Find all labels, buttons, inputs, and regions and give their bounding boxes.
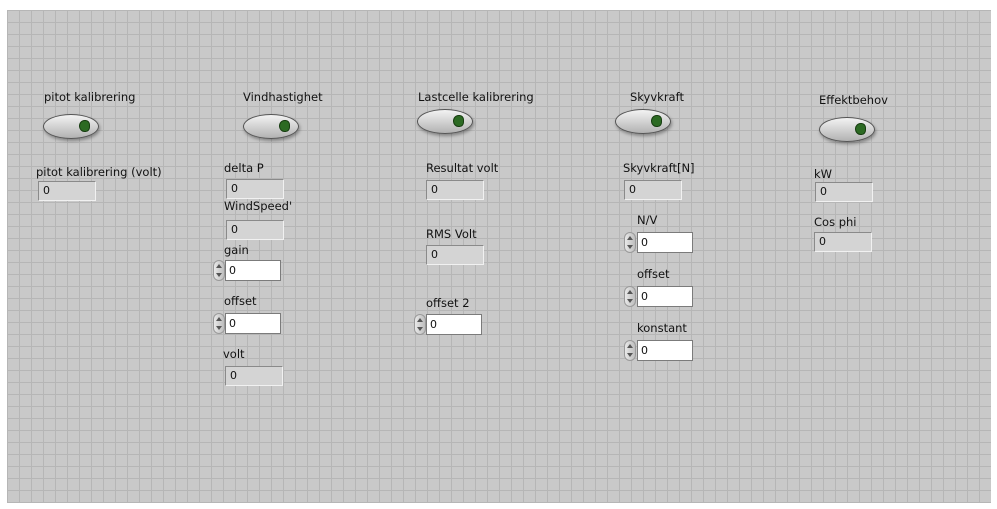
skyvkraft-n-indicator: 0 [624,180,682,200]
resultat-volt-indicator: 0 [426,180,484,200]
led-icon [651,115,662,127]
effektbehov-button-label: Effektbehov [819,93,888,107]
led-icon [279,120,290,132]
gain-input[interactable]: 0 [225,260,281,281]
nv-input[interactable]: 0 [637,232,693,253]
skyvkraft-button[interactable] [615,109,671,134]
skyvkraft-offset-input[interactable]: 0 [637,286,693,307]
decrement-arrow-icon[interactable] [216,326,222,330]
lastcelle-kalibrering-button[interactable] [417,109,473,134]
gain-label: gain [224,243,249,257]
decrement-arrow-icon[interactable] [216,273,222,277]
offset-input[interactable]: 0 [225,313,281,334]
windspeed-label: WindSpeed' [224,199,293,213]
kw-indicator: 0 [815,182,873,202]
led-icon [79,120,90,132]
delta-p-indicator: 0 [226,179,284,199]
resultat-volt-label: Resultat volt [426,161,499,175]
offset-2-input[interactable]: 0 [426,314,482,335]
skyvkraft-offset-label: offset [637,267,670,281]
skyvkraft-offset-spinner[interactable] [624,286,636,307]
increment-arrow-icon[interactable] [216,264,222,268]
skyvkraft-button-label: Skyvkraft [630,90,684,104]
increment-arrow-icon[interactable] [627,344,633,348]
cos-phi-indicator: 0 [814,232,872,252]
pitot-volt-label: pitot kalibrering (volt) [36,165,162,179]
increment-arrow-icon[interactable] [627,290,633,294]
offset-2-spinner[interactable] [414,314,426,335]
offset-label: offset [224,294,257,308]
lastcelle-button-label: Lastcelle kalibrering [418,90,534,104]
decrement-arrow-icon[interactable] [627,245,633,249]
volt-label: volt [223,347,245,361]
offset-2-label: offset 2 [426,296,470,310]
windspeed-indicator: 0 [226,220,284,240]
increment-arrow-icon[interactable] [216,317,222,321]
increment-arrow-icon[interactable] [627,236,633,240]
rms-volt-indicator: 0 [426,245,484,265]
pitot-kalibrering-button[interactable] [43,114,99,139]
led-icon [855,123,866,135]
konstant-spinner[interactable] [624,340,636,361]
decrement-arrow-icon[interactable] [417,327,423,331]
cos-phi-label: Cos phi [814,215,857,229]
pitot-volt-indicator: 0 [38,181,96,201]
decrement-arrow-icon[interactable] [627,353,633,357]
vindhastighet-button[interactable] [243,114,299,139]
volt-indicator: 0 [225,366,283,386]
decrement-arrow-icon[interactable] [627,299,633,303]
nv-label: N/V [637,213,658,227]
nv-spinner[interactable] [624,232,636,253]
effektbehov-button[interactable] [819,117,875,142]
offset-spinner[interactable] [213,313,225,334]
front-panel: pitot kalibrering pitot kalibrering (vol… [7,10,991,503]
delta-p-label: delta P [224,161,264,175]
konstant-input[interactable]: 0 [637,340,693,361]
led-icon [453,115,464,127]
skyvkraft-n-label: Skyvkraft[N] [623,161,695,175]
rms-volt-label: RMS Volt [426,227,477,241]
vindhastighet-button-label: Vindhastighet [243,90,323,104]
kw-label: kW [814,167,833,181]
konstant-label: konstant [637,321,687,335]
gain-spinner[interactable] [213,260,225,281]
pitot-button-label: pitot kalibrering [44,90,136,104]
increment-arrow-icon[interactable] [417,318,423,322]
